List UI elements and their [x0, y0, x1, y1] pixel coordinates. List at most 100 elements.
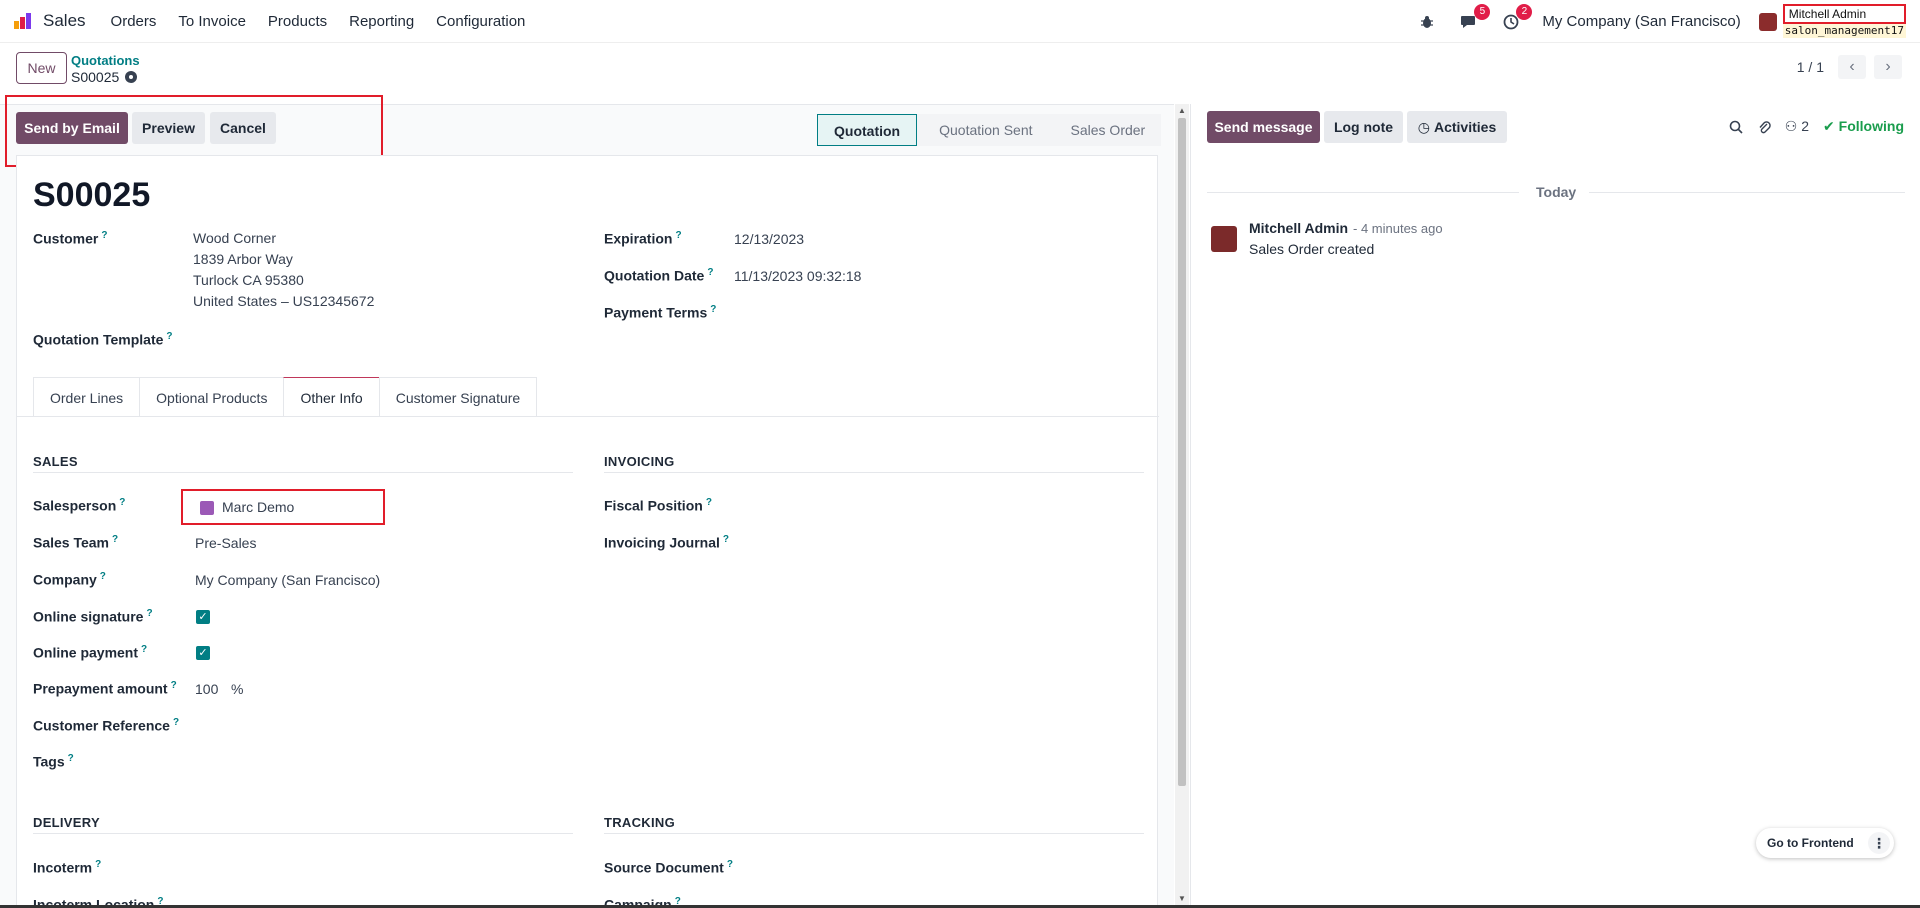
chatter-tools: ⚇ 2 ✔ Following [1729, 118, 1904, 135]
expiration-label: Expiration? [604, 230, 682, 247]
customer-name[interactable]: Wood Corner [193, 228, 276, 249]
go-to-frontend-widget: Go to Frontend ⋮ [1756, 828, 1894, 858]
menu-reporting[interactable]: Reporting [349, 13, 414, 30]
date-separator: Today [1536, 184, 1577, 200]
menu-products[interactable]: Products [268, 13, 327, 30]
salesperson-label: Salesperson? [33, 497, 126, 514]
pager: 1 / 1 ‹ › [1797, 55, 1902, 79]
message-author-avatar[interactable] [1211, 226, 1237, 252]
messages-icon[interactable]: 5 [1458, 3, 1491, 32]
chatter-panel: Send message Log note ◷ Activities ⚇ 2 ✔… [1190, 104, 1920, 908]
menu-configuration[interactable]: Configuration [436, 13, 525, 30]
sales-section-title: SALES [33, 454, 78, 469]
date-separator-line-left [1207, 192, 1519, 193]
message-body: Sales Order created [1249, 241, 1375, 257]
scrollbar-thumb[interactable] [1178, 118, 1186, 786]
stage-sales-order[interactable]: Sales Order [1048, 114, 1162, 146]
invoicing-journal-label: Invoicing Journal? [604, 534, 730, 551]
tab-other-info[interactable]: Other Info [283, 377, 380, 417]
company-field[interactable]: My Company (San Francisco) [195, 570, 380, 591]
tabs-divider [17, 416, 1159, 417]
prepayment-amount-field[interactable]: 100 [195, 679, 218, 700]
online-payment-label: Online payment? [33, 644, 148, 661]
invoicing-section-divider [604, 472, 1144, 473]
customer-address-line1: 1839 Arbor Way [193, 251, 293, 267]
more-options-icon[interactable]: ⋮ [1868, 832, 1890, 854]
user-menu[interactable]: Mitchell Admin salon_management17 [1782, 3, 1906, 38]
pager-value[interactable]: 1 / 1 [1797, 59, 1824, 75]
gear-icon[interactable] [125, 71, 138, 83]
paperclip-icon[interactable] [1757, 119, 1771, 135]
activities-badge: 2 [1516, 3, 1533, 20]
date-separator-line-right [1589, 192, 1905, 193]
online-signature-checkbox[interactable]: ✓ [196, 610, 210, 624]
go-to-frontend-button[interactable]: Go to Frontend [1767, 836, 1854, 850]
quotation-date-label: Quotation Date? [604, 267, 714, 284]
tab-order-lines[interactable]: Order Lines [33, 377, 141, 417]
pager-next-icon[interactable]: › [1874, 55, 1902, 79]
pager-previous-icon[interactable]: ‹ [1838, 55, 1866, 79]
clock-icon: ◷ [1417, 118, 1430, 135]
app-name[interactable]: Sales [43, 11, 86, 31]
tracking-section-title: TRACKING [604, 815, 676, 830]
breadcrumb-quotations[interactable]: Quotations [71, 53, 140, 68]
prepayment-amount-label: Prepayment amount? [33, 680, 177, 697]
search-icon[interactable] [1729, 120, 1743, 134]
user-name[interactable]: Mitchell Admin [1782, 3, 1906, 24]
customer-address-line3: United States – US12345672 [193, 293, 375, 309]
company-switcher[interactable]: My Company (San Francisco) [1542, 13, 1740, 30]
menu-to-invoice[interactable]: To Invoice [178, 13, 246, 30]
expiration-field[interactable]: 12/13/2023 [734, 229, 804, 250]
activities-label: Activities [1433, 119, 1497, 135]
company-label: Company? [33, 571, 106, 588]
record-title: S00025 [33, 176, 151, 214]
sales-team-field[interactable]: Pre-Sales [195, 533, 256, 554]
quotation-template-label: Quotation Template? [33, 331, 173, 348]
fiscal-position-label: Fiscal Position? [604, 497, 712, 514]
tab-optional-products[interactable]: Optional Products [139, 377, 285, 417]
following-label: Following [1838, 118, 1904, 134]
followers-button[interactable]: ⚇ 2 [1785, 118, 1809, 135]
online-payment-checkbox[interactable]: ✓ [196, 646, 210, 660]
sales-section-divider [33, 472, 573, 473]
customer-reference-label: Customer Reference? [33, 717, 180, 734]
tags-label: Tags? [33, 753, 74, 770]
database-name: salon_management17 [1782, 23, 1906, 38]
payment-terms-label: Payment Terms? [604, 304, 717, 321]
delivery-section-divider [33, 833, 573, 834]
form-pane: Send by Email Preview Cancel Quotation Q… [0, 95, 1174, 908]
salesperson-avatar [200, 501, 214, 515]
sales-app-icon[interactable] [14, 13, 32, 29]
scroll-down-icon[interactable]: ▼ [1178, 894, 1186, 903]
form-scrollbar[interactable]: ▲ ▼ [1175, 104, 1189, 908]
sales-team-label: Sales Team? [33, 534, 119, 551]
activities-clock-icon[interactable]: 2 [1500, 3, 1533, 32]
delivery-section-title: DELIVERY [33, 815, 100, 830]
activities-button[interactable]: ◷ Activities [1407, 111, 1507, 143]
message-time: - 4 minutes ago [1353, 221, 1443, 236]
following-button[interactable]: ✔ Following [1823, 118, 1904, 135]
prepayment-unit: % [231, 681, 244, 697]
send-message-button[interactable]: Send message [1207, 111, 1320, 143]
salesperson-field[interactable]: Marc Demo [222, 497, 294, 518]
quotation-date-field[interactable]: 11/13/2023 09:32:18 [734, 266, 861, 287]
followers-count: 2 [1801, 118, 1810, 134]
user-avatar[interactable] [1758, 12, 1777, 31]
breadcrumb-current: S00025 [71, 69, 138, 85]
scroll-up-icon[interactable]: ▲ [1178, 106, 1186, 115]
menu-orders[interactable]: Orders [111, 13, 157, 30]
customer-label: Customer? [33, 230, 108, 247]
stage-quotation[interactable]: Quotation [817, 114, 918, 146]
log-note-button[interactable]: Log note [1324, 111, 1403, 143]
stage-quotation-sent[interactable]: Quotation Sent [917, 114, 1049, 146]
tracking-section-divider [604, 833, 1144, 834]
status-stages: Quotation Quotation Sent Sales Order [817, 114, 1162, 146]
customer-address-line2: Turlock CA 95380 [193, 272, 304, 288]
new-button[interactable]: New [16, 52, 67, 84]
incoterm-label: Incoterm? [33, 859, 102, 876]
message-author[interactable]: Mitchell Admin [1249, 220, 1348, 236]
tab-customer-signature[interactable]: Customer Signature [378, 377, 538, 417]
check-icon: ✔ [1823, 118, 1835, 134]
invoicing-section-title: INVOICING [604, 454, 675, 469]
debug-bug-icon[interactable] [1416, 12, 1438, 32]
